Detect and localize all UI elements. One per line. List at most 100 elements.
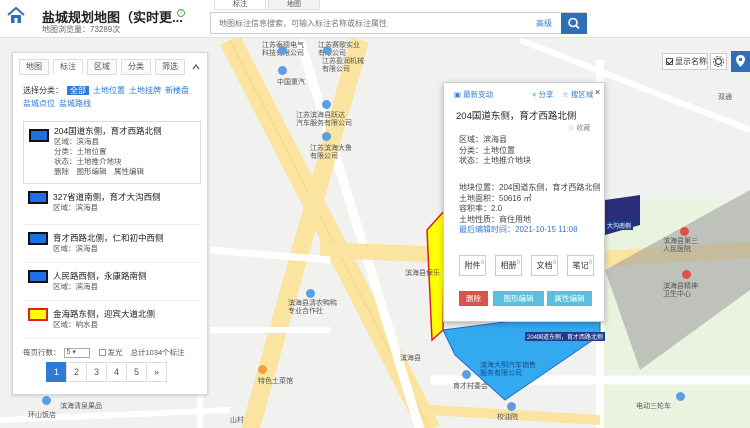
category-land-listing[interactable]: 土地挂牌	[129, 86, 161, 95]
popup-toolbar: ▣ 最新变动 < 分享 ☆ 搜区域 ×	[444, 83, 604, 103]
category-yancheng-points[interactable]: 盐城点位	[23, 99, 55, 108]
color-swatch	[28, 308, 48, 321]
list-item[interactable]: 327省道南侧，育才大沟西侧 区域：滨海县	[23, 184, 201, 225]
popup-title: 204国道东侧，育才西路北侧	[456, 111, 577, 122]
tab-region[interactable]: 区域	[87, 59, 117, 75]
color-swatch	[28, 270, 48, 283]
category-all[interactable]: 全部	[67, 86, 89, 95]
flash-checkbox[interactable]	[98, 349, 106, 356]
item-district: 区域：滨海县	[53, 282, 98, 291]
attachment-count: 0	[480, 260, 484, 266]
map-label: 环山饭店	[28, 412, 56, 419]
album-count: 0	[516, 260, 520, 266]
album-button[interactable]: 相册 0	[495, 255, 522, 276]
search-button[interactable]	[561, 13, 587, 34]
map-label: 育才村委会	[453, 383, 488, 390]
location-pin-icon[interactable]	[306, 289, 315, 298]
item-title[interactable]: 金海路东侧，迎宾大道北侧	[53, 304, 201, 320]
notes-count: 0	[588, 260, 592, 266]
close-icon[interactable]: ×	[595, 87, 600, 97]
page-button-3[interactable]: 3	[86, 362, 107, 382]
tab-map-layer[interactable]: 地图	[19, 59, 49, 75]
hospital-icon[interactable]	[680, 227, 689, 236]
map-label: 滨海县	[400, 355, 421, 362]
next-page-button[interactable]: »	[146, 362, 167, 382]
info-icon[interactable]: !	[177, 9, 185, 17]
list-settings: 每页行数： 5 ▾ 发光 总计1034个标注	[23, 347, 185, 358]
location-pin-icon[interactable]	[323, 46, 332, 55]
tab-filter[interactable]: 筛选	[155, 59, 185, 75]
item-title[interactable]: 204国道东侧，育才西路北侧	[54, 125, 200, 137]
location-pin-icon[interactable]	[507, 402, 516, 411]
item-title[interactable]: 人民路西侧，永康路南侧	[53, 266, 201, 282]
document-button[interactable]: 文档 0	[531, 255, 558, 276]
category-yancheng-routes[interactable]: 盐城路线	[59, 99, 91, 108]
tab-map[interactable]: 地图	[268, 0, 320, 10]
hospital-icon[interactable]	[682, 270, 691, 279]
map-label: 校油院	[497, 414, 518, 421]
settings-button[interactable]	[710, 53, 727, 70]
visit-count: 地图浏览量：73289次	[42, 25, 121, 34]
item-category: 分类：土地位置	[54, 147, 107, 156]
latest-changes-link[interactable]: ▣ 最新变动	[454, 89, 493, 100]
map-shape-label[interactable]: 204国道东侧，育才西路北侧	[525, 332, 606, 341]
locate-button[interactable]	[731, 51, 750, 72]
delete-button[interactable]: 删除	[459, 291, 488, 306]
location-pin-icon[interactable]	[278, 66, 287, 75]
location-pin-icon[interactable]	[322, 100, 331, 109]
category-new-housing[interactable]: 新楼盘	[165, 86, 189, 95]
search-area-link[interactable]: ☆ 搜区域	[562, 89, 593, 100]
page-button-5[interactable]: 5	[126, 362, 147, 382]
location-pin-icon[interactable]	[322, 132, 331, 141]
per-page-label: 每页行数：	[23, 348, 61, 357]
category-filter: 选择分类： 全部 土地位置 土地挂牌 新楼盘 盐城点位 盐城路线	[23, 84, 205, 110]
item-title[interactable]: 327省道南侧，育才大沟西侧	[53, 187, 201, 203]
search-input[interactable]	[211, 13, 531, 33]
restaurant-icon[interactable]	[258, 365, 267, 374]
show-name-toggle[interactable]: 显示名称	[662, 53, 708, 70]
popup-land-use: 土地性质：商住用地	[459, 214, 531, 224]
gear-icon	[713, 56, 724, 67]
page-button-2[interactable]: 2	[66, 362, 87, 382]
chevron-up-icon[interactable]	[191, 62, 201, 72]
item-actions[interactable]: 删除 图形编辑 属性编辑	[54, 167, 200, 177]
total-count: 总计1034个标注	[130, 348, 185, 357]
geometry-edit-button[interactable]: 图形编辑	[493, 291, 544, 306]
notes-button[interactable]: 笔记 0	[567, 255, 594, 276]
home-icon[interactable]	[6, 5, 26, 25]
list-item[interactable]: 育才西路北侧，仁和初中西侧 区域：滨海县	[23, 225, 201, 263]
per-page-select[interactable]: 5 ▾	[63, 347, 90, 358]
advanced-search-link[interactable]: 高级	[536, 18, 552, 29]
attribute-edit-button[interactable]: 属性编辑	[547, 291, 592, 306]
item-district: 区域：滨海县	[54, 137, 99, 146]
map-label: 滨海大明汽车销售 服务有限公司	[480, 362, 536, 377]
list-item[interactable]: 人民路西侧，永康路南侧 区域：滨海县	[23, 263, 201, 301]
popup-plot-ratio: 容积率：2.0	[459, 204, 503, 213]
album-label: 相册	[500, 261, 517, 270]
tab-annotation-list[interactable]: 标注	[53, 59, 83, 75]
checkbox-icon[interactable]	[666, 58, 673, 65]
location-pin-icon[interactable]	[278, 46, 287, 55]
category-land-location[interactable]: 土地位置	[93, 86, 125, 95]
tab-annotation[interactable]: 标注	[214, 0, 266, 10]
color-swatch	[28, 232, 48, 245]
page-button-1[interactable]: 1	[46, 362, 67, 382]
location-pin-icon[interactable]	[42, 396, 51, 405]
map-label: 电动三轮车	[636, 403, 671, 410]
share-link[interactable]: < 分享	[532, 89, 553, 100]
search-box: 高级	[210, 12, 587, 34]
favorite-link[interactable]: ☆ 收藏	[568, 123, 590, 133]
attachment-button[interactable]: 附件 0	[459, 255, 486, 276]
map-label: 滨海县第三 人民医院	[663, 238, 698, 253]
page-button-4[interactable]: 4	[106, 362, 127, 382]
tab-category[interactable]: 分类	[121, 59, 151, 75]
list-item[interactable]: 204国道东侧，育才西路北侧 区域：滨海县 分类：土地位置 状态：土地推介地块 …	[23, 121, 201, 184]
list-item[interactable]: 金海路东侧，迎宾大道北侧 区域：响水县	[23, 301, 201, 339]
item-status: 状态：土地推介地块	[54, 157, 122, 166]
location-pin-icon[interactable]	[676, 392, 685, 401]
location-pin-icon[interactable]	[462, 370, 471, 379]
map-shape-label[interactable]: 大沟南侧	[605, 221, 634, 230]
edit-time-label: 最后编辑时间：	[459, 225, 515, 234]
annotation-panel: 地图 标注 区域 分类 筛选 选择分类： 全部 土地位置 土地挂牌 新楼盘 盐城点位 盐城…	[12, 52, 208, 395]
item-title[interactable]: 育才西路北侧，仁和初中西侧	[53, 228, 201, 244]
